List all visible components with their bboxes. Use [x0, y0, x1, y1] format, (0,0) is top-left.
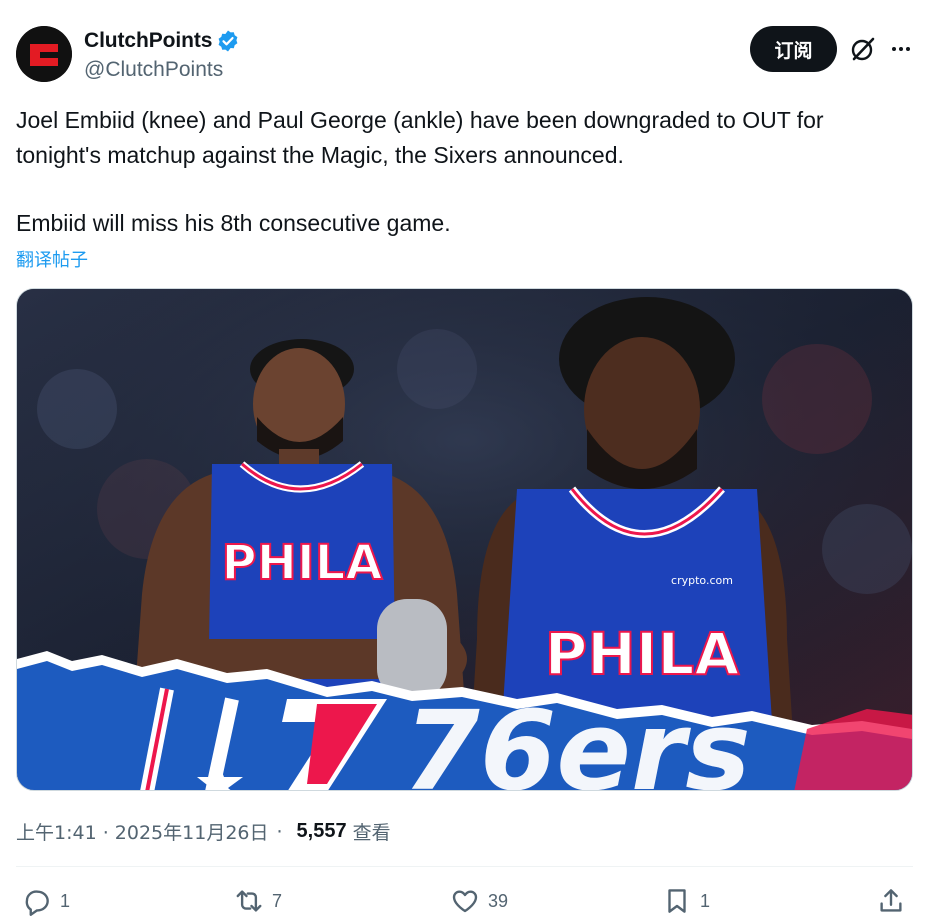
reply-count: 1 [60, 890, 71, 911]
bookmark-icon [668, 889, 686, 913]
author-info: ClutchPoints @ClutchPoints [84, 28, 240, 82]
bookmark-count: 1 [700, 890, 711, 911]
divider [16, 866, 913, 867]
timestamp[interactable]: 上午1:41 · 2025年11月26日 [16, 818, 269, 845]
like-count: 39 [488, 890, 509, 911]
jersey-left-text: PHILA [222, 535, 383, 591]
verified-badge-icon [218, 30, 238, 52]
repost-button[interactable]: 7 [234, 884, 282, 918]
tweet-text: Joel Embiid (knee) and Paul George (ankl… [16, 103, 896, 241]
share-icon [880, 889, 902, 912]
tweet-paragraph-1: Joel Embiid (knee) and Paul George (ankl… [16, 107, 824, 168]
reply-button[interactable]: 1 [22, 884, 70, 918]
tweet-header: ClutchPoints @ClutchPoints 订阅 [16, 26, 913, 84]
tweet-paragraph-2: Embiid will miss his 8th consecutive gam… [16, 210, 451, 236]
share-button[interactable] [876, 884, 906, 918]
repost-icon [236, 890, 262, 912]
translate-link[interactable]: 翻译帖子 [16, 246, 88, 272]
reply-icon [25, 890, 49, 916]
more-icon[interactable] [888, 35, 914, 63]
heart-icon [452, 890, 478, 913]
tweet-image[interactable]: PHILA PHILA crypto.com 76ers [16, 288, 913, 791]
display-name[interactable]: ClutchPoints [84, 29, 212, 53]
bookmark-button[interactable]: 1 [662, 884, 710, 918]
avatar[interactable] [16, 26, 72, 82]
sponsor-text: crypto.com [671, 574, 733, 587]
clutchpoints-logo [16, 26, 72, 82]
like-button[interactable]: 39 [450, 884, 508, 918]
handle[interactable]: @ClutchPoints [84, 58, 240, 82]
views-count: 5,557 [296, 820, 347, 842]
subscribe-button[interactable]: 订阅 [750, 26, 837, 72]
jersey-right-text: PHILA [545, 620, 740, 688]
repost-count: 7 [272, 890, 283, 911]
banner-text: 76ers [403, 687, 750, 791]
grok-icon[interactable] [849, 35, 877, 63]
views-label: 查看 [352, 822, 391, 844]
separator-dot: · [276, 820, 283, 843]
players-photo: PHILA PHILA crypto.com 76ers [17, 289, 912, 791]
action-bar: 1 7 39 1 [16, 884, 913, 918]
tweet-meta: 上午1:41 · 2025年11月26日 · 5,557 查看 [16, 818, 391, 845]
